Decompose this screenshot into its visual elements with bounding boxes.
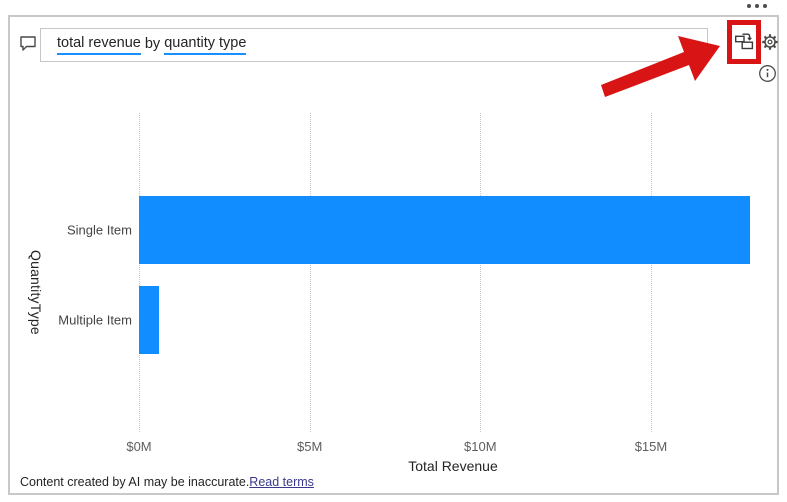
annotation-highlight-box: [727, 20, 761, 64]
more-options-button[interactable]: [742, 1, 772, 11]
gridline: [650, 113, 652, 432]
gridline: [480, 113, 482, 432]
info-icon[interactable]: [758, 64, 777, 83]
x-tick-label: $5M: [296, 439, 323, 454]
x-axis-title: Total Revenue: [408, 458, 498, 474]
gridline: [309, 113, 311, 432]
convert-to-standard-visual-icon[interactable]: [734, 32, 754, 52]
gear-icon[interactable]: [761, 33, 779, 51]
query-segment: total revenue: [57, 35, 141, 55]
bar-single-item[interactable]: [139, 196, 750, 265]
query-segment: by: [140, 36, 165, 52]
bar-multiple-item[interactable]: [139, 286, 160, 355]
x-tick-label: $10M: [464, 439, 497, 454]
category-label: Multiple Item: [58, 312, 132, 328]
qna-question-input[interactable]: total revenue by quantity type: [40, 28, 708, 62]
ai-disclaimer: Content created by AI may be inaccurate.…: [20, 475, 314, 489]
speech-bubble-icon: [20, 36, 36, 51]
query-segment: quantity type: [164, 35, 247, 55]
plot-area: [139, 113, 767, 432]
disclaimer-text: Content created by AI may be inaccurate.: [20, 475, 250, 489]
x-tick-label: $0M: [126, 439, 152, 454]
gridline: [139, 113, 140, 432]
qna-card: total revenue by quantity type QuantityT…: [8, 15, 779, 495]
x-tick-label: $15M: [634, 439, 668, 454]
read-terms-link[interactable]: Read terms: [249, 475, 314, 489]
qna-visual-container: total revenue by quantity type QuantityT…: [0, 0, 787, 502]
category-label: Single Item: [66, 222, 132, 238]
